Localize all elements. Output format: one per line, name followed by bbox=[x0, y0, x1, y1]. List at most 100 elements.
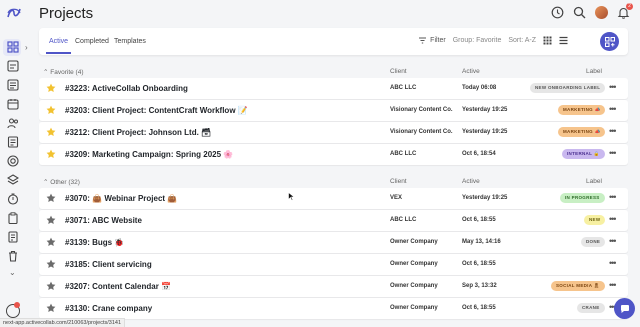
bell-icon[interactable]: 2 bbox=[617, 3, 633, 19]
project-title[interactable]: #3130: Crane company bbox=[65, 304, 152, 313]
project-row[interactable]: #3071: ABC Website ABC LLC Oct 6, 18:55 NEW… bbox=[39, 210, 628, 231]
clock-icon[interactable] bbox=[551, 6, 564, 19]
project-row[interactable]: #3209: Marketing Campaign: Spring 2025 🌸… bbox=[39, 144, 628, 165]
other-group-header[interactable]: ⌃ Other (32) Client Active Label bbox=[39, 176, 628, 188]
project-client: Owner Company bbox=[390, 283, 438, 289]
star-icon[interactable] bbox=[46, 215, 56, 225]
filter-sort-area: Filter Group: Favorite Sort: A-Z bbox=[418, 36, 568, 45]
project-label-badge[interactable]: CRANE bbox=[577, 303, 605, 313]
grid-view-icon[interactable] bbox=[543, 36, 552, 45]
filter-button[interactable]: Filter bbox=[418, 36, 446, 45]
more-options-icon[interactable]: ••• bbox=[609, 214, 617, 224]
project-label-badge[interactable]: MARKETING 📣 bbox=[558, 127, 606, 137]
star-icon[interactable] bbox=[46, 149, 56, 159]
more-options-icon[interactable]: ••• bbox=[609, 82, 617, 92]
project-row[interactable]: #3203: Client Project: ContentCraft Work… bbox=[39, 100, 628, 121]
clipboard-icon[interactable] bbox=[7, 212, 19, 224]
rail-expand-chevron-icon[interactable]: › bbox=[25, 43, 28, 52]
star-icon[interactable] bbox=[46, 127, 56, 137]
tab-templates[interactable]: Templates bbox=[114, 38, 146, 45]
column-label: Label bbox=[586, 68, 602, 75]
project-title[interactable]: #3185: Client servicing bbox=[65, 260, 152, 269]
other-group-label: ⌃ Other (32) bbox=[43, 178, 80, 186]
group-by-button[interactable]: Group: Favorite bbox=[453, 37, 502, 44]
project-label-badge[interactable]: INTERNAL 🔒 bbox=[562, 149, 605, 159]
more-options-icon[interactable]: ••• bbox=[609, 148, 617, 158]
project-title[interactable]: #3212: Client Project: Johnson Ltd. 🗃 bbox=[65, 128, 211, 137]
rail-more-chevron-icon[interactable]: ⌄ bbox=[9, 268, 16, 277]
more-options-icon[interactable]: ••• bbox=[609, 236, 617, 246]
mouse-cursor-icon bbox=[288, 192, 295, 201]
star-icon[interactable] bbox=[46, 259, 56, 269]
favorite-group-header[interactable]: ⌃ Favorite (4) Client Active Label bbox=[39, 66, 628, 78]
project-last-active: Sep 3, 13:32 bbox=[462, 283, 497, 289]
project-label-badge[interactable]: NEW ONBOARDING LABEL bbox=[530, 83, 606, 93]
project-title[interactable]: #3070: 👜 Webinar Project 👜 bbox=[65, 194, 177, 203]
layers-icon[interactable] bbox=[7, 174, 19, 186]
project-label-badge[interactable]: MARKETING 📣 bbox=[558, 105, 606, 115]
project-client: Owner Company bbox=[390, 239, 438, 245]
project-title[interactable]: #3223: ActiveCollab Onboarding bbox=[65, 84, 188, 93]
project-last-active: Oct 6, 18:55 bbox=[462, 305, 496, 311]
project-row[interactable]: #3070: 👜 Webinar Project 👜 VEX Yesterday 1… bbox=[39, 188, 628, 209]
help-notification-dot bbox=[14, 302, 20, 308]
project-label-badge[interactable]: IN PROGRESS bbox=[560, 193, 605, 203]
project-title[interactable]: #3209: Marketing Campaign: Spring 2025 🌸 bbox=[65, 150, 233, 159]
star-icon[interactable] bbox=[46, 281, 56, 291]
project-client: Owner Company bbox=[390, 261, 438, 267]
project-label-badge[interactable]: SOCIAL MEDIA 🎗 bbox=[551, 281, 605, 291]
calendar-list-icon[interactable] bbox=[7, 79, 19, 91]
more-options-icon[interactable]: ••• bbox=[609, 192, 617, 202]
tab-active[interactable]: Active bbox=[49, 38, 68, 45]
chat-support-button[interactable] bbox=[614, 298, 635, 319]
list-view-icon[interactable] bbox=[559, 36, 568, 45]
project-client: Visionary Content Co. bbox=[390, 129, 453, 135]
activecollab-logo-icon[interactable] bbox=[6, 6, 22, 20]
project-row[interactable]: #3130: Crane company Owner Company Oct 6, … bbox=[39, 298, 628, 319]
project-row[interactable]: #3207: Content Calendar 📅 Owner Company Se… bbox=[39, 276, 628, 297]
more-options-icon[interactable]: ••• bbox=[609, 280, 617, 290]
project-row[interactable]: #3185: Client servicing Owner Company Oct … bbox=[39, 254, 628, 275]
avatar[interactable] bbox=[595, 6, 608, 19]
more-options-icon[interactable]: ••• bbox=[609, 258, 617, 268]
calendar-icon[interactable] bbox=[7, 98, 19, 110]
star-icon[interactable] bbox=[46, 105, 56, 115]
projects-grid-icon[interactable] bbox=[7, 41, 19, 53]
target-icon[interactable] bbox=[7, 155, 19, 167]
search-icon[interactable] bbox=[573, 6, 586, 19]
star-icon[interactable] bbox=[46, 83, 56, 93]
project-title[interactable]: #3139: Bugs 🐞 bbox=[65, 238, 124, 247]
timer-icon[interactable] bbox=[7, 193, 19, 205]
project-last-active: Oct 6, 18:54 bbox=[462, 151, 496, 157]
project-title[interactable]: #3203: Client Project: ContentCraft Work… bbox=[65, 106, 248, 115]
people-icon[interactable] bbox=[7, 117, 19, 129]
project-title[interactable]: #3207: Content Calendar 📅 bbox=[65, 282, 171, 291]
star-icon[interactable] bbox=[46, 303, 56, 313]
invoice-icon[interactable] bbox=[7, 231, 19, 243]
star-icon[interactable] bbox=[46, 237, 56, 247]
trash-icon[interactable] bbox=[7, 250, 19, 262]
project-label-badge[interactable]: DONE bbox=[581, 237, 606, 247]
more-options-icon[interactable]: ••• bbox=[609, 104, 617, 114]
project-title[interactable]: #3071: ABC Website bbox=[65, 216, 142, 225]
add-project-button[interactable] bbox=[600, 32, 619, 51]
favorite-group-label: ⌃ Favorite (4) bbox=[43, 68, 84, 76]
project-row[interactable]: #3223: ActiveCollab Onboarding ABC LLC Tod… bbox=[39, 78, 628, 99]
filter-label: Filter bbox=[430, 37, 446, 44]
tab-completed[interactable]: Completed bbox=[75, 38, 109, 45]
project-last-active: Oct 6, 18:55 bbox=[462, 261, 496, 267]
project-row[interactable]: #3139: Bugs 🐞 Owner Company May 13, 14:16 D… bbox=[39, 232, 628, 253]
notification-count-badge: 2 bbox=[626, 3, 633, 10]
project-client: ABC LLC bbox=[390, 151, 417, 157]
sort-button[interactable]: Sort: A-Z bbox=[508, 37, 536, 44]
project-label-badge[interactable]: NEW bbox=[584, 215, 606, 225]
notes-icon[interactable] bbox=[7, 136, 19, 148]
project-client: Visionary Content Co. bbox=[390, 107, 453, 113]
star-icon[interactable] bbox=[46, 193, 56, 203]
column-active: Active bbox=[462, 68, 480, 75]
project-row[interactable]: #3212: Client Project: Johnson Ltd. 🗃 Vis… bbox=[39, 122, 628, 143]
project-last-active: May 13, 14:16 bbox=[462, 239, 501, 245]
more-options-icon[interactable]: ••• bbox=[609, 126, 617, 136]
add-grid-icon bbox=[604, 36, 615, 47]
tasks-icon[interactable] bbox=[7, 60, 19, 72]
